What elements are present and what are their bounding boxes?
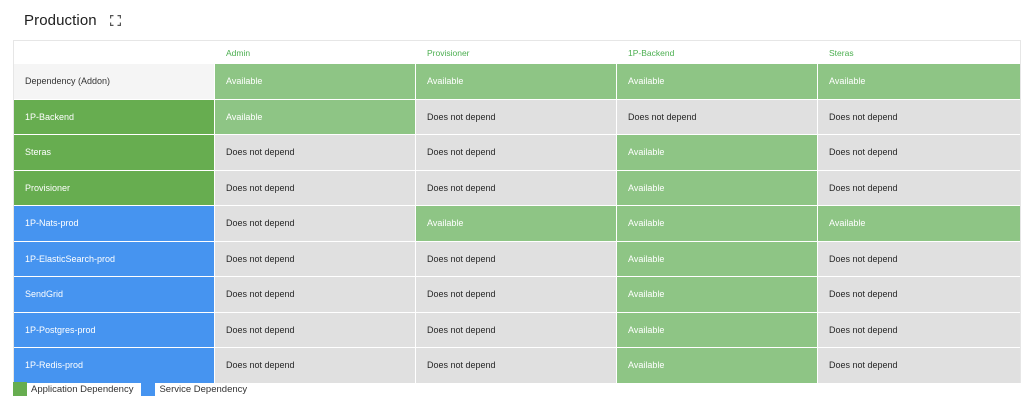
status-cell: Does not depend xyxy=(416,170,617,205)
corner-cell xyxy=(14,41,215,64)
row-label-1p-redis-prod: 1P-Redis-prod xyxy=(14,348,215,383)
dependency-matrix: Admin Provisioner 1P-Backend Steras Dependen… xyxy=(13,40,1021,383)
row-label-1p-postgres-prod: 1P-Postgres-prod xyxy=(14,312,215,347)
column-header-steras: Steras xyxy=(818,41,1020,64)
status-cell: Does not depend xyxy=(416,241,617,276)
status-cell: Available xyxy=(617,170,818,205)
table-row: 1P-Postgres-prod Does not depend Does not … xyxy=(14,311,1020,347)
row-label-1p-elasticsearch-prod: 1P-ElasticSearch-prod xyxy=(14,241,215,276)
column-header-row: Admin Provisioner 1P-Backend Steras xyxy=(14,41,1020,64)
legend-swatch xyxy=(141,382,156,396)
fullscreen-icon[interactable] xyxy=(109,13,123,27)
column-header-1p-backend: 1P-Backend xyxy=(617,41,818,64)
status-cell: Available xyxy=(818,64,1020,99)
table-row: 1P-ElasticSearch-prod Does not depend Does… xyxy=(14,240,1020,276)
status-cell: Does not depend xyxy=(818,312,1020,347)
status-cell: Does not depend xyxy=(215,170,416,205)
status-cell: Does not depend xyxy=(416,312,617,347)
status-cell: Available xyxy=(416,206,617,241)
status-cell: Does not depend xyxy=(215,312,416,347)
status-cell: Does not depend xyxy=(416,277,617,312)
status-cell: Does not depend xyxy=(818,277,1020,312)
status-cell: Does not depend xyxy=(215,277,416,312)
legend-label: Service Dependency xyxy=(159,383,248,395)
column-header-provisioner: Provisioner xyxy=(416,41,617,64)
status-cell: Available xyxy=(617,64,818,99)
status-cell: Available xyxy=(617,241,818,276)
status-cell: Does not depend xyxy=(416,348,617,383)
status-cell: Does not depend xyxy=(416,135,617,170)
table-row: 1P-Redis-prod Does not depend Does not dep… xyxy=(14,347,1020,383)
status-cell: Available xyxy=(818,206,1020,241)
status-cell: Available xyxy=(617,206,818,241)
table-row: Steras Does not depend Does not depend Avai… xyxy=(14,134,1020,170)
status-cell: Available xyxy=(215,64,416,99)
status-cell: Available xyxy=(617,135,818,170)
legend-item-service-dependency: Service Dependency xyxy=(141,382,247,396)
status-cell: Does not depend xyxy=(818,241,1020,276)
status-cell: Does not depend xyxy=(215,241,416,276)
status-cell: Available xyxy=(617,277,818,312)
table-row: Dependency (Addon) Available Available Avai… xyxy=(14,64,1020,99)
status-cell: Does not depend xyxy=(617,99,818,134)
column-header-admin: Admin xyxy=(215,41,416,64)
page-header: Production xyxy=(24,9,123,31)
status-cell: Available xyxy=(416,64,617,99)
table-row: Provisioner Does not depend Does not depen… xyxy=(14,169,1020,205)
row-label-sendgrid: SendGrid xyxy=(14,277,215,312)
legend: Application Dependency Service Dependency xyxy=(13,382,255,396)
status-cell: Does not depend xyxy=(818,99,1020,134)
row-label-steras: Steras xyxy=(14,135,215,170)
status-cell: Does not depend xyxy=(416,99,617,134)
row-label-provisioner: Provisioner xyxy=(14,170,215,205)
row-label-1p-backend: 1P-Backend xyxy=(14,99,215,134)
status-cell: Available xyxy=(617,348,818,383)
status-cell: Available xyxy=(215,99,416,134)
row-label-1p-nats-prod: 1P-Nats-prod xyxy=(14,206,215,241)
table-row: 1P-Backend Available Does not depend Does n… xyxy=(14,98,1020,134)
status-cell: Does not depend xyxy=(215,348,416,383)
status-cell: Available xyxy=(617,312,818,347)
legend-item-application-dependency: Application Dependency xyxy=(13,382,133,396)
legend-label: Application Dependency xyxy=(31,383,134,395)
status-cell: Does not depend xyxy=(215,206,416,241)
table-row: SendGrid Does not depend Does not depend Av… xyxy=(14,276,1020,312)
status-cell: Does not depend xyxy=(818,135,1020,170)
legend-swatch xyxy=(13,382,27,396)
status-cell: Does not depend xyxy=(818,170,1020,205)
table-row: 1P-Nats-prod Does not depend Available Avai… xyxy=(14,205,1020,241)
status-cell: Does not depend xyxy=(818,348,1020,383)
page-title: Production xyxy=(24,11,97,29)
row-label-dependency-addon: Dependency (Addon) xyxy=(14,64,215,99)
status-cell: Does not depend xyxy=(215,135,416,170)
